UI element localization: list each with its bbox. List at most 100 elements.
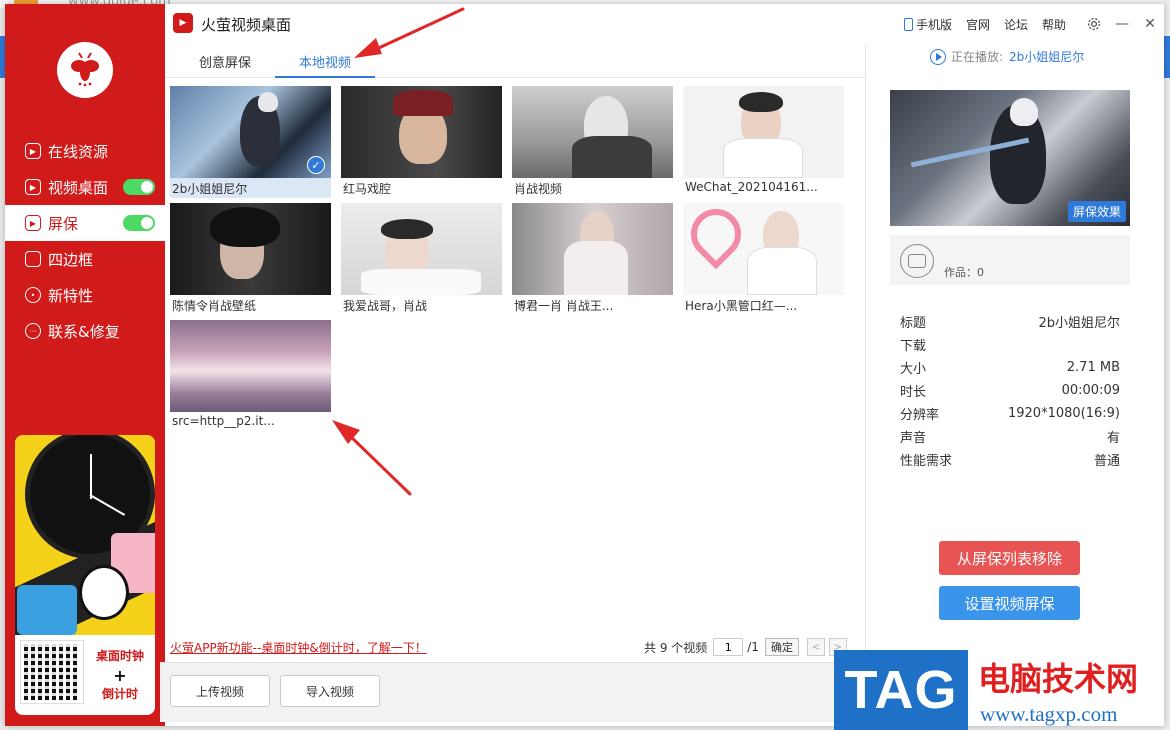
page-number-input[interactable] bbox=[713, 638, 744, 656]
official-site-link[interactable]: 官网 bbox=[966, 16, 990, 33]
video-caption: WeChat_202104161... bbox=[685, 180, 818, 194]
robot-avatar-icon bbox=[900, 244, 934, 278]
background-right-strip bbox=[1164, 0, 1170, 730]
tab-creative-screensaver[interactable]: 创意屏保 bbox=[197, 52, 253, 78]
prop-title: 标题 2b小姐姐尼尔 bbox=[900, 316, 1120, 331]
screensaver-toggle[interactable] bbox=[123, 215, 155, 231]
minimize-icon[interactable]: — bbox=[1108, 4, 1136, 44]
qr-code-icon bbox=[20, 640, 84, 704]
import-video-button[interactable]: 导入视频 bbox=[280, 675, 380, 707]
clock-promo-banner[interactable]: 桌面时钟 + 倒计时 bbox=[15, 435, 155, 715]
video-caption: 我爱战哥，肖战 bbox=[343, 299, 428, 313]
sidebar-item-video-desktop[interactable]: ▶ 视频桌面 bbox=[5, 169, 165, 205]
lightbulb-icon: • bbox=[25, 287, 41, 303]
prop-download: 下载 bbox=[900, 339, 927, 354]
watermark-url: www.tagxp.com bbox=[980, 702, 1118, 726]
author-info: 作品：0 bbox=[890, 235, 1130, 285]
now-playing-title: 2b小姐姐尼尔 bbox=[1009, 50, 1085, 64]
chat-icon: ··· bbox=[25, 323, 41, 339]
sidebar-item-label: 在线资源 bbox=[48, 142, 109, 161]
sidebar-item-border-frame[interactable]: 四边框 bbox=[5, 241, 165, 277]
video-caption: 红马戏腔 bbox=[343, 182, 392, 196]
video-caption: 博君一肖 肖战王... bbox=[514, 299, 614, 313]
watermark-cn: 电脑技术网 bbox=[978, 660, 1139, 698]
sidebar-item-contact-repair[interactable]: ··· 联系&修复 bbox=[5, 313, 165, 349]
works-count: 作品：0 bbox=[944, 266, 984, 279]
total-count: 共 9 个视频 bbox=[644, 640, 708, 655]
panel-divider bbox=[865, 44, 866, 726]
video-thumbnail bbox=[683, 203, 844, 295]
video-card[interactable]: Hera小黑管口红—... bbox=[683, 203, 844, 315]
video-thumbnail bbox=[512, 86, 673, 178]
bottom-action-bar: 上传视频 导入视频 bbox=[160, 662, 860, 722]
forum-link[interactable]: 论坛 bbox=[1004, 16, 1028, 33]
help-link[interactable]: 帮助 bbox=[1042, 16, 1066, 33]
video-card[interactable]: 肖战视频 bbox=[512, 86, 673, 198]
video-caption: 2b小姐姐尼尔 bbox=[172, 182, 248, 196]
video-thumbnail bbox=[341, 203, 502, 295]
video-card[interactable]: 博君一肖 肖战王... bbox=[512, 203, 673, 315]
video-caption: src=http__p2.it... bbox=[172, 414, 275, 428]
now-playing-label: 正在播放: bbox=[951, 50, 1004, 64]
prev-page-icon[interactable]: < bbox=[806, 638, 825, 656]
play-icon: ▶ bbox=[25, 143, 41, 159]
video-caption: 肖战视频 bbox=[514, 182, 563, 196]
phone-icon bbox=[903, 17, 913, 31]
sidebar-item-screensaver[interactable]: ▶ 屏保 bbox=[5, 205, 165, 241]
close-icon[interactable]: ✕ bbox=[1136, 4, 1164, 44]
video-properties: 标题 2b小姐姐尼尔 下载 大小 2.71 MB 时长 00:00:09 分辨率 192… bbox=[900, 310, 1120, 471]
sidebar-item-label: 四边框 bbox=[48, 250, 94, 269]
video-thumbnail bbox=[170, 320, 331, 412]
play-icon: ▶ bbox=[25, 179, 41, 195]
tab-local-video[interactable]: 本地视频 bbox=[275, 52, 375, 78]
clock-feature-link[interactable]: 火萤APP新功能--桌面时钟&倒计时，了解一下！ bbox=[170, 639, 427, 656]
tagxp-watermark: TAG 电脑技术网 www.tagxp.com bbox=[834, 650, 1170, 730]
prop-resolution: 分辨率 1920*1080(16:9) bbox=[900, 406, 1120, 423]
play-icon: ▶ bbox=[25, 215, 41, 231]
watermark-tag: TAG bbox=[834, 650, 968, 730]
sidebar-item-label: 视频桌面 bbox=[48, 178, 109, 197]
video-desktop-toggle[interactable] bbox=[123, 179, 155, 195]
preview-effect-badge[interactable]: 屏保效果 bbox=[1067, 201, 1126, 222]
prop-duration: 时长 00:00:09 bbox=[900, 383, 1120, 400]
frame-icon bbox=[25, 251, 41, 267]
sidebar-item-online-resources[interactable]: ▶ 在线资源 bbox=[5, 133, 165, 169]
tab-bar: 创意屏保 本地视频 bbox=[165, 44, 865, 78]
selected-check-icon: ✓ bbox=[307, 156, 325, 174]
mobile-version-link[interactable]: 手机版 bbox=[903, 16, 952, 33]
title-bar: ▶ 火萤视频桌面 手机版 官网 论坛 帮助 — ✕ bbox=[165, 4, 1164, 44]
video-card[interactable]: ✓ 2b小姐姐尼尔 bbox=[170, 86, 331, 198]
upload-video-button[interactable]: 上传视频 bbox=[170, 675, 270, 707]
now-playing: 正在播放: 2b小姐姐尼尔 bbox=[930, 48, 1084, 65]
video-card[interactable]: 陈情令肖战壁纸 bbox=[170, 203, 331, 315]
prop-audio: 声音有 bbox=[900, 431, 1120, 446]
confirm-page-button[interactable]: 确定 bbox=[764, 638, 799, 656]
sidebar: ▶ 在线资源 ▶ 视频桌面 ▶ 屏保 四边框 • 新特性 ··· 联系&修复 桌… bbox=[5, 4, 165, 726]
video-thumbnail bbox=[512, 203, 673, 295]
sidebar-nav: ▶ 在线资源 ▶ 视频桌面 ▶ 屏保 四边框 • 新特性 ··· 联系&修复 bbox=[5, 133, 165, 349]
set-video-screensaver-button[interactable]: 设置视频屏保 bbox=[939, 586, 1080, 620]
sidebar-item-new-features[interactable]: • 新特性 bbox=[5, 277, 165, 313]
prop-size: 大小 2.71 MB bbox=[900, 360, 1120, 377]
video-thumbnail bbox=[341, 86, 502, 178]
video-card[interactable]: 红马戏腔 bbox=[341, 86, 502, 198]
app-play-icon: ▶ bbox=[173, 13, 193, 33]
video-thumbnail bbox=[170, 203, 331, 295]
screensaver-preview[interactable]: 屏保效果 bbox=[890, 90, 1130, 226]
gear-icon[interactable] bbox=[1080, 4, 1108, 44]
video-caption: 陈情令肖战壁纸 bbox=[172, 299, 257, 313]
sidebar-item-label: 新特性 bbox=[48, 286, 94, 305]
pagination: 共 9 个视频 /1 确定 < > bbox=[644, 637, 847, 657]
remove-from-screensaver-button[interactable]: 从屏保列表移除 bbox=[939, 541, 1080, 575]
page-total: /1 bbox=[747, 640, 759, 654]
video-card[interactable]: WeChat_202104161... bbox=[683, 86, 844, 198]
promo-text: 桌面时钟 + 倒计时 bbox=[95, 649, 144, 701]
video-card[interactable]: 我爱战哥，肖战 bbox=[341, 203, 502, 315]
video-thumbnail bbox=[683, 86, 844, 178]
app-title: 火萤视频桌面 bbox=[201, 16, 292, 34]
firefly-logo-icon bbox=[57, 42, 113, 98]
video-card[interactable]: src=http__p2.it... bbox=[170, 320, 331, 432]
play-circle-icon bbox=[930, 48, 946, 65]
sidebar-item-label: 屏保 bbox=[48, 214, 79, 233]
clock-promo-art bbox=[15, 435, 155, 635]
